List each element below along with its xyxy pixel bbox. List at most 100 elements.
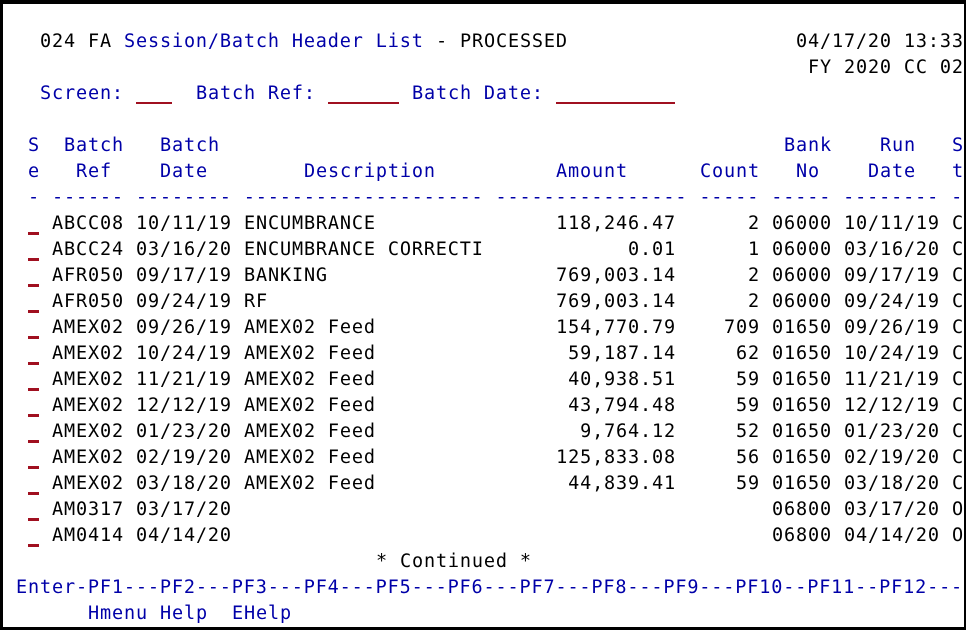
col-bank-no-2: No <box>796 161 820 182</box>
cell-status: C <box>952 369 964 390</box>
cell-batch-date: 10/24/19 <box>136 343 232 364</box>
cell-bank-no: 01650 <box>772 317 832 338</box>
cell-count: 56 <box>736 447 760 468</box>
cell-status: C <box>952 473 964 494</box>
batch-date-input[interactable] <box>556 102 675 104</box>
cell-amount: 154,770.79 <box>556 317 676 338</box>
row-select-input[interactable] <box>28 336 39 339</box>
col-batch-date-2: Date <box>160 161 208 182</box>
cell-status: C <box>952 395 964 416</box>
cell-description: AMEX02 Feed <box>244 447 376 468</box>
cell-bank-no: 01650 <box>772 343 832 364</box>
cell-count: 59 <box>736 395 760 416</box>
cell-status: C <box>952 317 964 338</box>
cell-description: RF <box>244 291 268 312</box>
cell-amount: 0.01 <box>628 239 676 260</box>
cell-amount: 9,764.12 <box>580 421 676 442</box>
cell-batch-ref: AMEX02 <box>52 317 124 338</box>
row-select-input[interactable] <box>28 414 39 417</box>
cell-count: 709 <box>724 317 760 338</box>
cell-batch-ref: AMEX02 <box>52 369 124 390</box>
cell-status: C <box>952 343 964 364</box>
cell-amount <box>476 523 676 549</box>
cell-run-date: 10/11/19 <box>844 213 940 234</box>
screen-input[interactable] <box>136 102 172 104</box>
cell-run-date: 09/24/19 <box>844 291 940 312</box>
cell-batch-date: 09/26/19 <box>136 317 232 338</box>
cell-amount: 59,187.14 <box>568 343 676 364</box>
cell-status: C <box>952 421 964 442</box>
cell-bank-no: 06800 <box>772 499 832 520</box>
row-select-input[interactable] <box>28 258 39 261</box>
cell-count <box>690 523 760 549</box>
cell-run-date: 09/26/19 <box>844 317 940 338</box>
cell-status: C <box>952 447 964 468</box>
cell-status: C <box>952 239 964 260</box>
row-select-input[interactable] <box>28 362 39 365</box>
cell-description: AMEX02 Feed <box>244 343 376 364</box>
col-status-2: t <box>952 161 964 182</box>
col-description: Description <box>304 161 436 182</box>
batch-ref-input[interactable] <box>328 102 399 104</box>
row-select-input[interactable] <box>28 518 39 521</box>
batch-ref-label: Batch Ref: <box>196 83 316 104</box>
cell-batch-date: 09/24/19 <box>136 291 232 312</box>
cell-bank-no: 01650 <box>772 395 832 416</box>
row-select-input[interactable] <box>28 284 39 287</box>
col-count: Count <box>700 161 760 182</box>
row-select-input[interactable] <box>28 492 39 495</box>
title-separator: - <box>436 31 448 52</box>
cell-run-date: 03/17/20 <box>844 499 940 520</box>
continued-indicator: * Continued * <box>376 551 532 572</box>
cell-amount: 43,794.48 <box>568 395 676 416</box>
cell-description: AMEX02 Feed <box>244 317 376 338</box>
row-select-input[interactable] <box>28 466 39 469</box>
col-batch-ref-1: Batch <box>64 135 124 156</box>
cell-count: 2 <box>748 265 760 286</box>
cell-bank-no: 06800 <box>772 525 832 546</box>
cell-run-date: 04/14/20 <box>844 525 940 546</box>
cell-batch-date: 09/17/19 <box>136 265 232 286</box>
pf-key-bar: Enter-PF1---PF2---PF3---PF4---PF5---PF6-… <box>16 577 964 598</box>
cell-bank-no: 01650 <box>772 447 832 468</box>
terminal-screen: 024 FA Session/Batch Header List - PROCE… <box>3 4 964 627</box>
cell-run-date: 12/12/19 <box>844 395 940 416</box>
cell-batch-ref: AMEX02 <box>52 473 124 494</box>
fiscal-year-cc: FY 2020 CC 02 <box>808 57 964 78</box>
cell-bank-no: 01650 <box>772 473 832 494</box>
status-label: PROCESSED <box>460 31 568 52</box>
pf2-help[interactable]: Help <box>160 601 208 627</box>
row-select-input[interactable] <box>28 440 39 443</box>
pf1-hmenu[interactable]: Hmenu <box>88 601 148 627</box>
cell-batch-ref: AMEX02 <box>52 343 124 364</box>
col-run-date-1: Run <box>880 135 916 156</box>
cell-batch-date: 11/21/19 <box>136 369 232 390</box>
row-select-input[interactable] <box>28 388 39 391</box>
cell-batch-ref: AMEX02 <box>52 395 124 416</box>
cell-batch-ref: AFR050 <box>52 265 124 286</box>
row-select-input[interactable] <box>28 544 39 547</box>
cell-bank-no: 06000 <box>772 213 832 234</box>
col-bank-no-1: Bank <box>784 135 832 156</box>
datetime: 04/17/20 13:33 <box>796 31 964 52</box>
cell-count: 1 <box>748 239 760 260</box>
col-batch-ref-2: Ref <box>76 161 112 182</box>
cell-bank-no: 06000 <box>772 239 832 260</box>
cell-count: 62 <box>736 343 760 364</box>
cell-bank-no: 01650 <box>772 369 832 390</box>
cell-description: BANKING <box>244 265 328 286</box>
cell-batch-date: 01/23/20 <box>136 421 232 442</box>
cell-run-date: 02/19/20 <box>844 447 940 468</box>
cell-batch-date: 12/12/19 <box>136 395 232 416</box>
pf3-ehelp[interactable]: EHelp <box>232 601 292 627</box>
row-select-input[interactable] <box>28 310 39 313</box>
cell-bank-no: 06000 <box>772 291 832 312</box>
cell-status: C <box>952 291 964 312</box>
cell-description: ENCUMBRANCE <box>244 213 376 234</box>
row-select-input[interactable] <box>28 232 39 235</box>
col-sel-1: S <box>28 135 40 156</box>
col-amount: Amount <box>556 161 628 182</box>
cell-batch-date: 10/11/19 <box>136 213 232 234</box>
cell-count: 59 <box>736 369 760 390</box>
cell-description: AMEX02 Feed <box>244 369 376 390</box>
